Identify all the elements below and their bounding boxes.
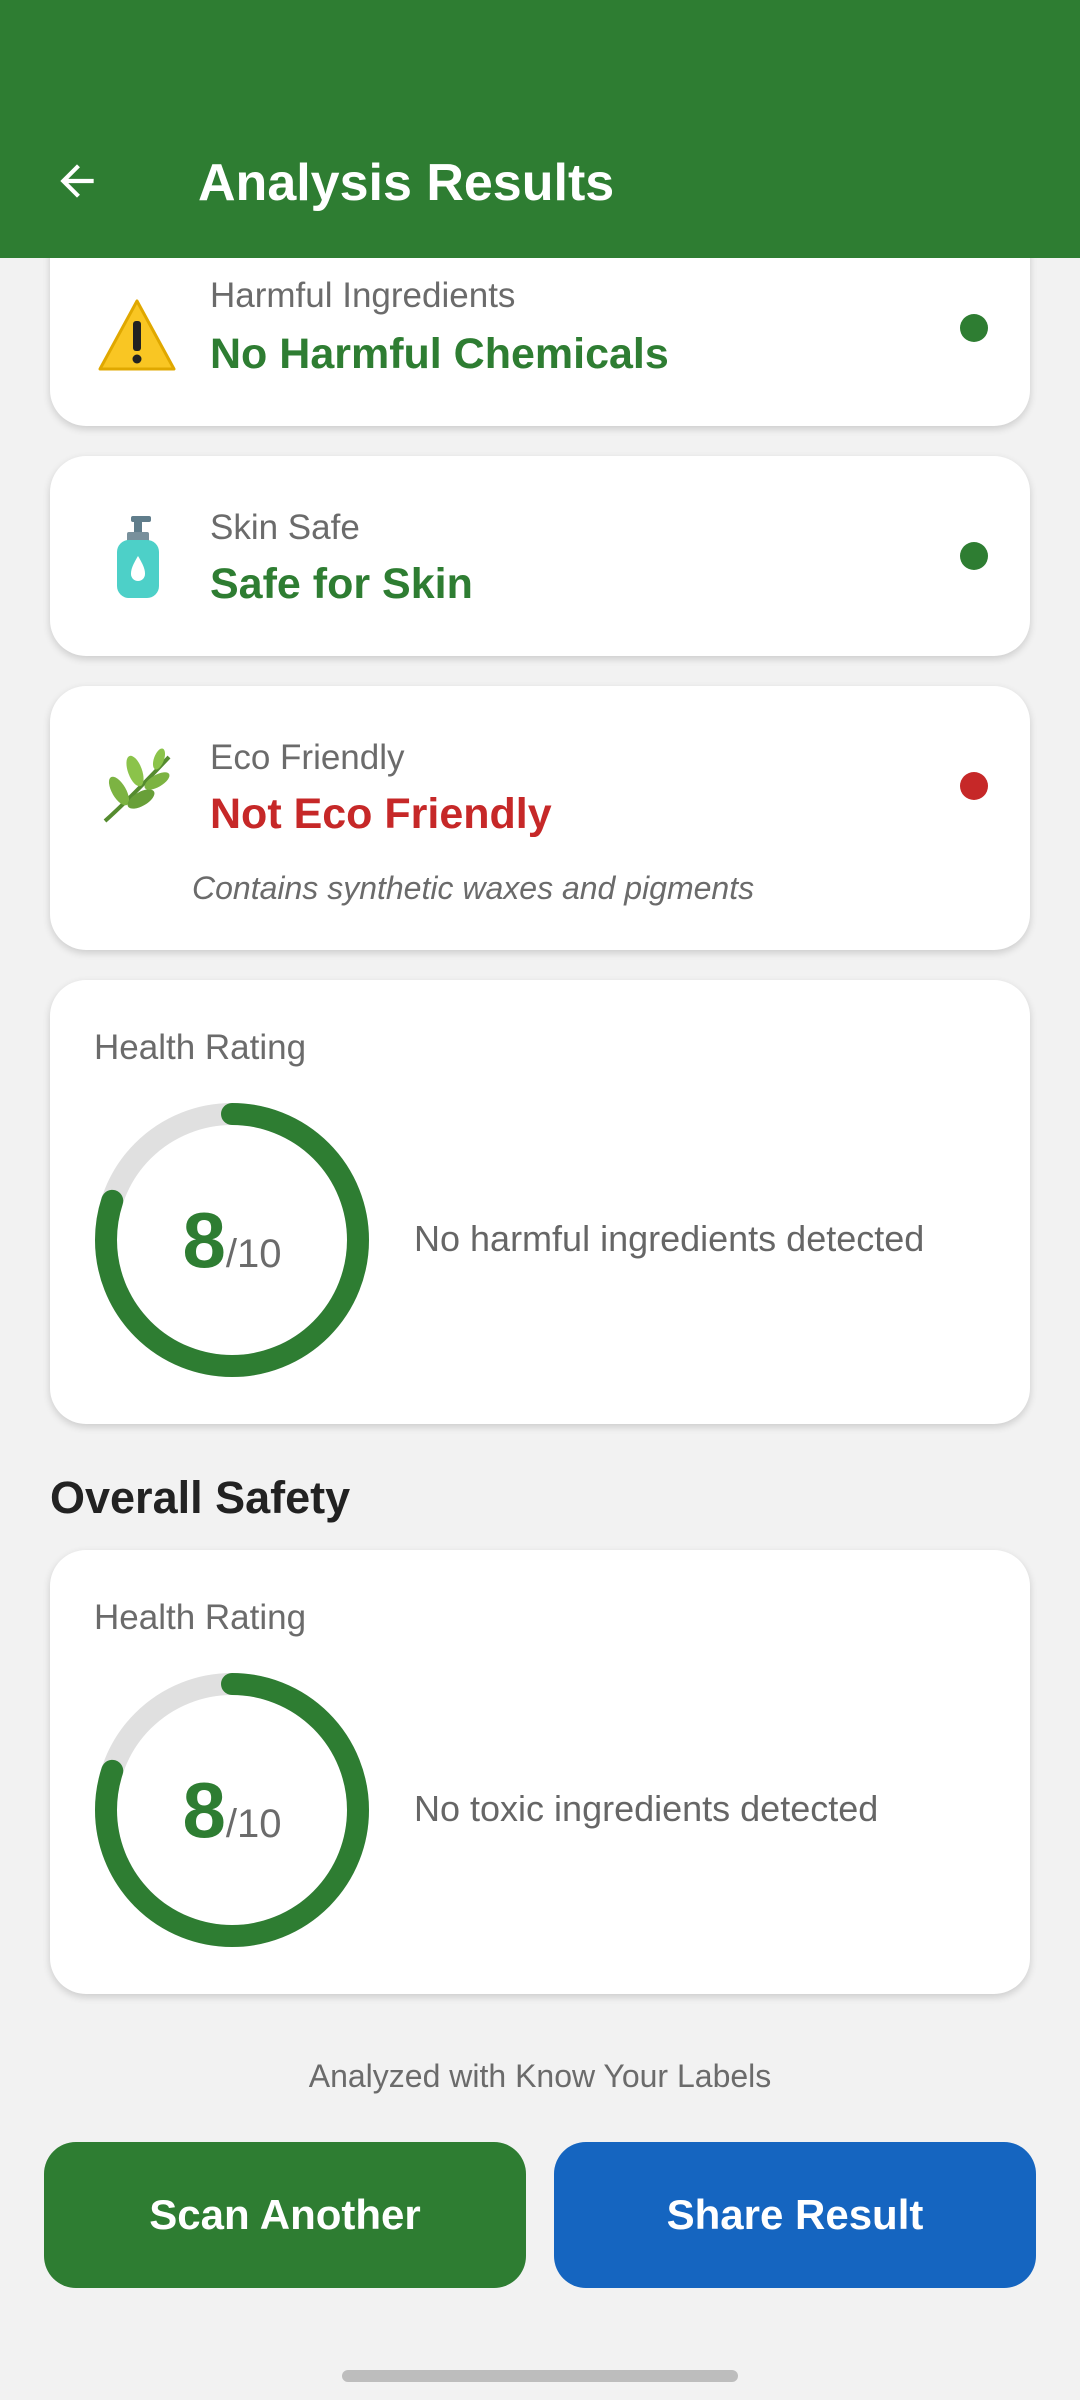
app-bar: Analysis Results — [0, 0, 1080, 258]
arrow-left-icon — [60, 164, 94, 198]
overall-score-gauge: 8 /10 — [94, 1672, 370, 1948]
rating-description: No harmful ingredients detected — [414, 1218, 925, 1259]
skin-safe-card: Skin Safe Safe for Skin — [50, 456, 1030, 656]
eco-note: Contains synthetic waxes and pigments — [192, 870, 755, 906]
overall-safety-card: Health Rating 8 /10 No toxic ingredients… — [50, 1550, 1030, 1994]
score-value: 8 — [182, 1766, 226, 1854]
rating-description: No toxic ingredients detected — [414, 1788, 879, 1829]
scan-another-button[interactable]: Scan Another — [44, 2142, 526, 2288]
health-rating-card: Health Rating 8 /10 No harmful ingredien… — [50, 980, 1030, 1424]
status-dot — [960, 772, 988, 800]
health-score-gauge: 8 /10 — [94, 1102, 370, 1378]
section-title: Overall Safety — [50, 1472, 351, 1523]
status-dot — [960, 542, 988, 570]
share-result-button[interactable]: Share Result — [554, 2142, 1036, 2288]
card-value: No Harmful Chemicals — [210, 330, 669, 378]
lotion-bottle-icon — [92, 512, 182, 602]
card-label: Skin Safe — [210, 508, 360, 547]
home-indicator[interactable] — [342, 2370, 738, 2382]
status-dot — [960, 314, 988, 342]
herb-icon — [92, 742, 182, 832]
score-value: 8 — [182, 1196, 226, 1284]
rating-label: Health Rating — [94, 1598, 307, 1637]
card-label: Harmful Ingredients — [210, 276, 516, 315]
page-title: Analysis Results — [198, 154, 615, 212]
card-label: Eco Friendly — [210, 738, 405, 777]
score-max: /10 — [225, 1232, 282, 1276]
eco-friendly-card: Eco Friendly Not Eco Friendly Contains s… — [50, 686, 1030, 950]
rating-label: Health Rating — [94, 1028, 307, 1067]
footer-text: Analyzed with Know Your Labels — [308, 2058, 772, 2094]
back-button[interactable] — [44, 148, 110, 214]
card-value: Not Eco Friendly — [210, 790, 552, 838]
warning-icon — [92, 290, 182, 380]
card-value: Safe for Skin — [210, 560, 473, 608]
score-max: /10 — [225, 1802, 282, 1846]
